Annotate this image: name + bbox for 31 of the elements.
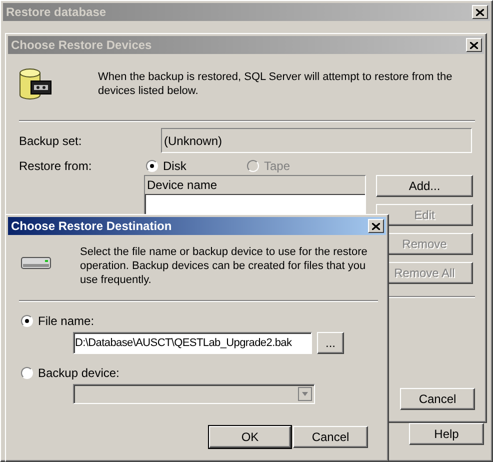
ok-button[interactable]: OK [209, 426, 291, 448]
field-label: Restore from: [19, 159, 93, 173]
cancel-button[interactable]: Cancel [400, 388, 475, 410]
close-button[interactable] [368, 219, 384, 233]
close-button[interactable] [466, 38, 482, 52]
window-title: Choose Restore Destination [11, 219, 172, 233]
radio-label: File name: [38, 314, 94, 328]
radio-button[interactable] [21, 315, 33, 327]
database-icon [19, 68, 52, 100]
backup-set-field: (Unknown) [161, 128, 472, 153]
window-title: Choose Restore Devices [11, 38, 152, 52]
radio-button[interactable] [21, 367, 33, 379]
radio-label: Tape [264, 159, 290, 173]
help-button[interactable]: Help [409, 423, 484, 445]
close-button[interactable] [472, 5, 488, 19]
radio-label: Disk [163, 159, 186, 173]
column-header[interactable]: Device name [145, 176, 365, 195]
radio-label: Backup device: [38, 366, 120, 380]
cancel-button[interactable]: Cancel [293, 426, 368, 448]
close-icon [476, 8, 484, 16]
info-message: Select the file name or backup device to use for the restore operation. Backup devices can be created for files that you use frequently. [80, 245, 368, 287]
close-icon [372, 222, 380, 230]
browse-button[interactable]: ... [317, 332, 344, 354]
drive-icon [21, 257, 51, 269]
device-button[interactable]: Add... [376, 175, 473, 197]
info-message: When the backup is restored, SQL Server will attempt to restore from the devices listed below. [98, 70, 454, 98]
field-label: Backup set: [19, 134, 83, 148]
close-icon [470, 42, 478, 48]
file-name-field[interactable]: D:\Database\AUSCT\QESTLab_Upgrade2.bak [73, 332, 312, 354]
window-title: Restore database [6, 5, 106, 19]
radio-button[interactable] [146, 160, 158, 172]
